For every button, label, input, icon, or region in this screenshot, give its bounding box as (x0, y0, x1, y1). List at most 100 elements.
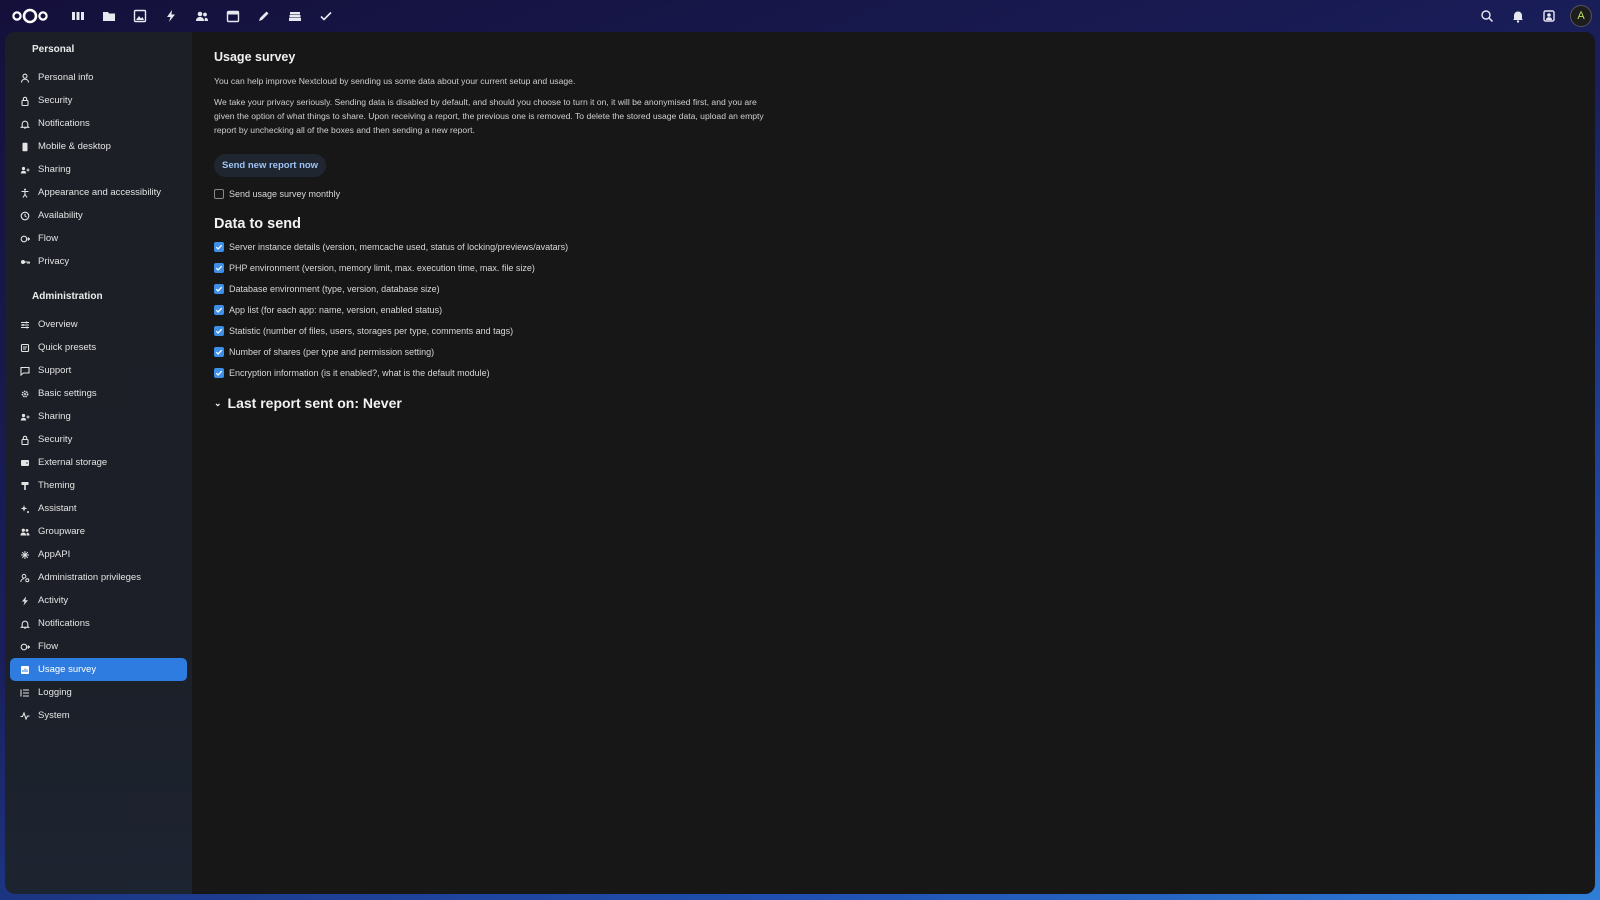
data-checkbox-row[interactable]: Encryption information (is it enabled?, … (214, 362, 1595, 383)
settings-sidebar: Personal Personal info Security Notificati… (5, 32, 192, 894)
sidebar-item-label: Logging (38, 687, 72, 698)
photos-icon[interactable] (124, 0, 155, 32)
data-checkbox-label: Database environment (type, version, dat… (229, 283, 440, 294)
sidebar-item-notifications[interactable]: Notifications (10, 112, 187, 135)
sidebar-item-logging[interactable]: Logging (10, 681, 187, 704)
sidebar-item-label: Sharing (38, 411, 71, 422)
checkbox-checked[interactable] (214, 367, 224, 378)
sidebar-item-flow[interactable]: Flow (10, 227, 187, 250)
sidebar-item-label: Personal info (38, 72, 94, 83)
avatar[interactable]: A (1570, 5, 1592, 27)
sidebar-item-label: Support (38, 365, 72, 376)
sidebar-item-notifications[interactable]: Notifications (10, 612, 187, 635)
calendar-icon[interactable] (217, 0, 248, 32)
nextcloud-logo[interactable] (10, 6, 50, 26)
contacts-icon[interactable] (186, 0, 217, 32)
sidebar-item-support[interactable]: Support (10, 359, 187, 382)
survey-icon (19, 664, 30, 675)
user-icon (19, 72, 30, 83)
bell-icon (19, 618, 30, 629)
sidebar-item-system[interactable]: System (10, 704, 187, 727)
data-checkbox-row[interactable]: Statistic (number of files, users, stora… (214, 320, 1595, 341)
sidebar-item-label: Administration privileges (38, 572, 141, 583)
sidebar-item-overview[interactable]: Overview (10, 313, 187, 336)
sidebar-item-sharing[interactable]: Sharing (10, 158, 187, 181)
personal-nav-list: Personal info Security Notifications Mobile… (5, 66, 192, 273)
sidebar-item-mobile-desktop[interactable]: Mobile & desktop (10, 135, 187, 158)
pulse-icon (19, 710, 30, 721)
storage-icon (19, 457, 30, 468)
sidebar-item-label: Assistant (38, 503, 77, 514)
administration-nav-list: Overview Quick presets Support Basic settin… (5, 313, 192, 727)
sidebar-item-label: Mobile & desktop (38, 141, 111, 152)
sidebar-item-usage-survey[interactable]: Usage survey (10, 658, 187, 681)
sidebar-item-label: Notifications (38, 118, 90, 129)
activity-icon[interactable] (155, 0, 186, 32)
sidebar-item-availability[interactable]: Availability (10, 204, 187, 227)
data-checkbox-row[interactable]: PHP environment (version, memory limit, … (214, 257, 1595, 278)
sidebar-item-label: Usage survey (38, 664, 97, 675)
sidebar-item-sharing[interactable]: Sharing (10, 405, 187, 428)
sidebar-item-label: Activity (38, 595, 69, 606)
sidebar-item-theming[interactable]: Theming (10, 474, 187, 497)
monthly-checkbox[interactable] (214, 188, 224, 199)
sidebar-item-security[interactable]: Security (10, 89, 187, 112)
send-report-button[interactable]: Send new report now (214, 154, 327, 177)
deck-icon[interactable] (279, 0, 310, 32)
contacts-menu-icon[interactable] (1533, 0, 1564, 32)
data-checkbox-row[interactable]: Server instance details (version, memcac… (214, 236, 1595, 257)
checkbox-checked[interactable] (214, 346, 224, 357)
sidebar-item-label: AppAPI (38, 549, 71, 560)
notes-icon[interactable] (248, 0, 279, 32)
monthly-checkbox-row[interactable]: Send usage survey monthly (214, 183, 1595, 204)
data-checkbox-label: App list (for each app: name, version, e… (229, 304, 443, 315)
sidebar-item-administration-privileges[interactable]: Administration privileges (10, 566, 187, 589)
brush-icon (19, 480, 30, 491)
sidebar-item-label: Theming (38, 480, 75, 491)
sidebar-item-label: Flow (38, 233, 59, 244)
administration-section-title: Administration (32, 291, 103, 302)
checkbox-checked[interactable] (214, 241, 224, 252)
clock-icon (19, 210, 30, 221)
sidebar-item-label: Notifications (38, 618, 90, 629)
bolt-icon (19, 595, 30, 606)
checkbox-checked[interactable] (214, 304, 224, 315)
data-checkbox-row[interactable]: Number of shares (per type and permissio… (214, 341, 1595, 362)
sidebar-item-flow[interactable]: Flow (10, 635, 187, 658)
gear-icon (19, 388, 30, 399)
api-icon (19, 549, 30, 560)
share-icon (19, 164, 30, 175)
sidebar-item-label: Security (38, 95, 73, 106)
files-icon[interactable] (93, 0, 124, 32)
sidebar-item-appearance-and-accessibility[interactable]: Appearance and accessibility (10, 181, 187, 204)
sidebar-item-appapi[interactable]: AppAPI (10, 543, 187, 566)
dashboard-icon[interactable] (62, 0, 93, 32)
presets-icon (19, 342, 30, 353)
checkbox-checked[interactable] (214, 283, 224, 294)
sidebar-item-groupware[interactable]: Groupware (10, 520, 187, 543)
sidebar-item-label: Privacy (38, 256, 70, 267)
tasks-icon[interactable] (310, 0, 341, 32)
sidebar-item-privacy[interactable]: Privacy (10, 250, 187, 273)
sidebar-item-security[interactable]: Security (10, 428, 187, 451)
intro-text: You can help improve Nextcloud by sendin… (214, 76, 576, 86)
checkbox-checked[interactable] (214, 262, 224, 273)
lock-icon (19, 434, 30, 445)
search-icon[interactable] (1471, 0, 1502, 32)
monthly-checkbox-label: Send usage survey monthly (229, 188, 341, 199)
sidebar-item-external-storage[interactable]: External storage (10, 451, 187, 474)
last-report-toggle[interactable]: ⌄ Last report sent on: Never (214, 395, 1595, 411)
list-icon (19, 687, 30, 698)
sidebar-item-assistant[interactable]: Assistant (10, 497, 187, 520)
data-checkbox-row[interactable]: App list (for each app: name, version, e… (214, 299, 1595, 320)
checkbox-checked[interactable] (214, 325, 224, 336)
data-checkbox-row[interactable]: Database environment (type, version, dat… (214, 278, 1595, 299)
sidebar-item-label: Overview (38, 319, 78, 330)
sidebar-item-personal-info[interactable]: Personal info (10, 66, 187, 89)
notifications-icon[interactable] (1502, 0, 1533, 32)
sidebar-item-activity[interactable]: Activity (10, 589, 187, 612)
sidebar-item-basic-settings[interactable]: Basic settings (10, 382, 187, 405)
phone-icon (19, 141, 30, 152)
data-checkbox-label: PHP environment (version, memory limit, … (229, 262, 535, 273)
sidebar-item-quick-presets[interactable]: Quick presets (10, 336, 187, 359)
